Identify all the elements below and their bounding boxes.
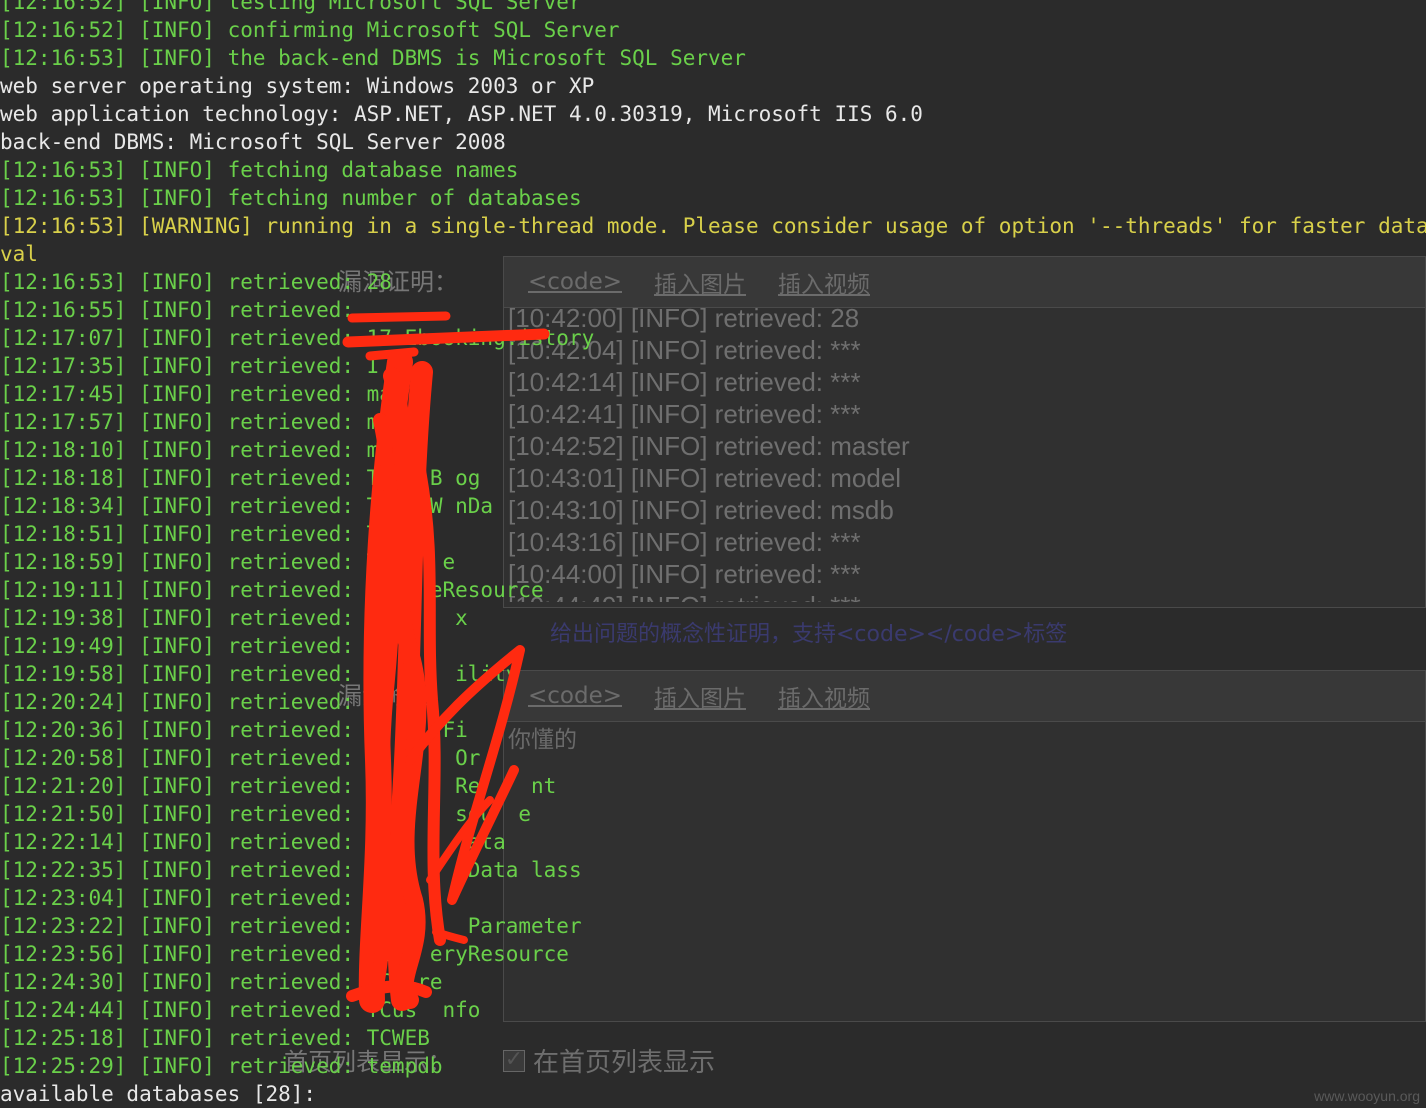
terminal-line: [12:16:52] [INFO] confirming Microsoft S… (0, 18, 620, 42)
terminal-output: [12:16:52] [INFO] testing Microsoft SQL … (0, 0, 1426, 1108)
terminal-retrieved-line: [12:23:56] [INFO] retrieved: Tc eryResou… (0, 942, 569, 966)
terminal-retrieved-line: [12:23:04] [INFO] retrieved: TC (0, 886, 392, 910)
terminal-retrieved-line: [12:18:51] [INFO] retrieved: TC (0, 522, 392, 546)
terminal-retrieved-line: [12:18:59] [INFO] retrieved: TC e (0, 550, 456, 574)
terminal-retrieved-line: [12:22:14] [INFO] retrieved: TC ata (0, 830, 506, 854)
terminal-line: back-end DBMS: Microsoft SQL Server 2008 (0, 130, 506, 154)
terminal-retrieved-line: [12:21:50] [INFO] retrieved: TC sou e (0, 802, 532, 826)
terminal-retrieved-line: [12:25:29] [INFO] retrieved: tempdb (0, 1054, 443, 1078)
terminal-retrieved-line: [12:18:18] [INFO] retrieved: TCB B og (0, 466, 481, 490)
terminal-retrieved-line: [12:19:11] [INFO] retrieved: TC eResourc… (0, 578, 544, 602)
terminal-retrieved-line: [12:17:07] [INFO] retrieved: 17.Ebooking… (0, 326, 595, 350)
terminal-line: web server operating system: Windows 200… (0, 74, 595, 98)
terminal-retrieved-line: [12:18:10] [INFO] retrieved: msd (0, 438, 405, 462)
terminal-retrieved-line: [12:19:38] [INFO] retrieved: TC x (0, 606, 468, 630)
terminal-retrieved-line: [12:20:58] [INFO] retrieved: TC Or (0, 746, 481, 770)
terminal-retrieved-line: [12:16:53] [INFO] retrieved: 28 (0, 270, 392, 294)
terminal-line: [12:16:53] [INFO] fetching number of dat… (0, 186, 582, 210)
terminal-line: [12:16:53] [INFO] the back-end DBMS is M… (0, 46, 746, 70)
terminal-retrieved-line: [12:25:18] [INFO] retrieved: TCWEB (0, 1026, 430, 1050)
terminal-retrieved-line: [12:24:30] [INFO] retrieved: TC re (0, 970, 443, 994)
terminal-retrieved-line: [12:16:55] [INFO] retrieved: (0, 298, 367, 322)
terminal-retrieved-line: [12:19:58] [INFO] retrieved: TC ility (0, 662, 519, 686)
terminal-retrieved-line: [12:20:24] [INFO] retrieved: TC (0, 690, 392, 714)
terminal-line: [12:16:53] [INFO] fetching database name… (0, 158, 519, 182)
terminal-retrieved-line: [12:22:35] [INFO] retrieved: TC rData la… (0, 858, 582, 882)
terminal-retrieved-line: [12:24:44] [INFO] retrieved: TCus nfo (0, 998, 481, 1022)
terminal-line: val (0, 242, 38, 266)
terminal-retrieved-line: [12:17:35] [INFO] retrieved: I (0, 354, 380, 378)
terminal-line: [12:16:53] [WARNING] running in a single… (0, 214, 1426, 238)
terminal-footer-line: available databases [28]: (0, 1082, 317, 1106)
terminal-retrieved-line: [12:17:57] [INFO] retrieved: mod (0, 410, 405, 434)
terminal-retrieved-line: [12:21:20] [INFO] retrieved: TC Re nt (0, 774, 557, 798)
terminal-retrieved-line: [12:20:36] [INFO] retrieved: TC Fi (0, 718, 468, 742)
terminal-retrieved-line: [12:23:22] [INFO] retrieved: Tc Paramete… (0, 914, 582, 938)
terminal-retrieved-line: [12:17:45] [INFO] retrieved: mas (0, 382, 405, 406)
terminal-retrieved-line: [12:19:49] [INFO] retrieved: TC (0, 634, 392, 658)
terminal-retrieved-line: [12:18:34] [INFO] retrieved: TCB W nDa (0, 494, 494, 518)
terminal-line: web application technology: ASP.NET, ASP… (0, 102, 923, 126)
terminal-line: [12:16:52] [INFO] testing Microsoft SQL … (0, 0, 582, 14)
